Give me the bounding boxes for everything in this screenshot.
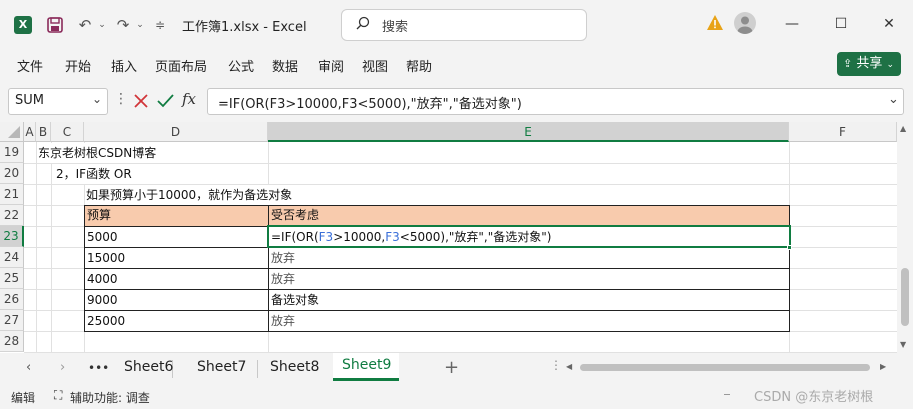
- menu-help[interactable]: 帮助: [406, 56, 432, 75]
- redo-dropdown-icon[interactable]: ⌄: [134, 14, 146, 36]
- sheet-prev-icon[interactable]: ‹: [26, 360, 31, 375]
- column-header-b[interactable]: B: [36, 122, 51, 142]
- maximize-icon[interactable]: ☐: [826, 10, 856, 38]
- zoom-out-icon[interactable]: [724, 394, 730, 395]
- scroll-left-icon[interactable]: ◀: [566, 362, 572, 371]
- status-mode: 编辑: [11, 391, 36, 405]
- insert-function-icon[interactable]: fx: [182, 90, 196, 108]
- menu-page-layout[interactable]: 页面布局: [155, 56, 207, 75]
- cell-c20[interactable]: 2，IF函数 OR: [56, 164, 136, 184]
- tab-sheet8[interactable]: Sheet8: [270, 359, 319, 375]
- row-header-26[interactable]: 26: [0, 289, 24, 310]
- share-button[interactable]: ⇪ 共享 ⌄: [837, 52, 901, 76]
- menu-insert[interactable]: 插入: [111, 56, 137, 75]
- excel-logo-icon: X: [14, 16, 32, 34]
- row-header-19[interactable]: 19: [0, 142, 24, 163]
- formula-text: =IF(OR(F3>10000,F3<5000),"放弃","备选对象"): [218, 97, 522, 112]
- cell-b19[interactable]: 东京老树根CSDN博客: [38, 143, 161, 163]
- tab-sheet9-label: Sheet9: [342, 357, 392, 373]
- column-header-f[interactable]: F: [789, 122, 897, 142]
- scroll-right-icon[interactable]: ▶: [880, 362, 886, 371]
- row-header-24[interactable]: 24: [0, 247, 24, 268]
- formula-bar-options-icon[interactable]: ⋮: [114, 91, 128, 107]
- formula-input[interactable]: =IF(OR(F3>10000,F3<5000),"放弃","备选对象"): [207, 88, 904, 115]
- cell-d21[interactable]: 如果预算小于10000，就作为备选对象: [86, 185, 297, 205]
- document-title: 工作簿1.xlsx - Excel: [182, 20, 307, 35]
- menu-home[interactable]: 开始: [65, 56, 91, 75]
- fill-handle[interactable]: [787, 245, 792, 250]
- row-header-23[interactable]: 23: [0, 226, 24, 247]
- expand-formula-bar-icon[interactable]: ⌄: [888, 92, 899, 107]
- tab-split-handle-icon[interactable]: ⋮: [550, 358, 562, 372]
- horizontal-scroll-thumb[interactable]: [580, 364, 870, 371]
- customize-toolbar-icon[interactable]: ≑: [152, 14, 168, 36]
- minimize-icon[interactable]: —: [777, 10, 807, 38]
- row-header-20[interactable]: 20: [0, 163, 24, 184]
- undo-dropdown-icon[interactable]: ⌄: [96, 14, 108, 36]
- add-sheet-button[interactable]: +: [444, 357, 459, 378]
- cancel-icon[interactable]: [133, 91, 151, 111]
- menu-file[interactable]: 文件: [17, 56, 43, 75]
- column-header-d[interactable]: D: [84, 122, 268, 142]
- table-row-1-result[interactable]: 放弃: [271, 248, 295, 268]
- name-box[interactable]: SUM ⌄: [8, 88, 108, 115]
- scroll-up-icon[interactable]: ▲: [900, 124, 906, 133]
- table-row-2-budget[interactable]: 4000: [87, 269, 118, 289]
- column-header-c[interactable]: C: [51, 122, 84, 142]
- table-row-3-result[interactable]: 备选对象: [271, 290, 319, 310]
- save-icon[interactable]: [44, 14, 66, 36]
- accessibility-status[interactable]: 辅助功能: 调查: [70, 389, 150, 406]
- menu-data[interactable]: 数据: [272, 56, 298, 75]
- accessibility-icon[interactable]: ⛶: [54, 388, 62, 403]
- tab-sheet7[interactable]: Sheet7: [197, 359, 246, 375]
- edit-formula-text: =IF(OR(F3>10000,F3<5000),"放弃","备选对象"): [271, 230, 552, 244]
- row-header-22[interactable]: 22: [0, 205, 24, 226]
- table-row-2-result[interactable]: 放弃: [271, 269, 295, 289]
- table-row-4-budget[interactable]: 25000: [87, 311, 125, 331]
- table-row-0-budget[interactable]: 5000: [87, 227, 118, 247]
- scroll-down-icon[interactable]: ▼: [900, 340, 906, 349]
- table-row-1-budget[interactable]: 15000: [87, 248, 125, 268]
- redo-icon[interactable]: ↷: [112, 14, 134, 36]
- avatar[interactable]: [734, 12, 756, 34]
- name-box-chevron-icon[interactable]: ⌄: [92, 92, 102, 106]
- row-header-25[interactable]: 25: [0, 268, 24, 289]
- column-header-a[interactable]: A: [24, 122, 36, 142]
- watermark: CSDN @东京老树根: [754, 390, 874, 405]
- row-header-28[interactable]: 28: [0, 331, 24, 352]
- select-all-corner[interactable]: [0, 122, 24, 142]
- enter-icon[interactable]: [157, 91, 175, 111]
- undo-icon[interactable]: ↶: [74, 14, 96, 36]
- warning-icon[interactable]: [706, 14, 724, 32]
- active-cell-e23[interactable]: =IF(OR(F3>10000,F3<5000),"放弃","备选对象"): [267, 225, 791, 248]
- share-label: 共享: [856, 56, 883, 71]
- share-icon: ⇪: [843, 57, 853, 70]
- close-icon[interactable]: ✕: [874, 10, 904, 38]
- menu-formulas[interactable]: 公式: [228, 56, 254, 75]
- more-sheets-button[interactable]: •••: [88, 361, 109, 375]
- search-placeholder: 搜索: [382, 20, 409, 35]
- tab-sheet6[interactable]: Sheet6: [124, 359, 173, 375]
- menu-review[interactable]: 审阅: [318, 56, 344, 75]
- tab-sheet9-active[interactable]: Sheet9: [333, 353, 399, 381]
- menu-view[interactable]: 视图: [362, 56, 388, 75]
- sheet-next-icon[interactable]: ›: [60, 360, 65, 375]
- name-box-value: SUM: [15, 93, 44, 108]
- row-header-21[interactable]: 21: [0, 184, 24, 205]
- column-header-e[interactable]: E: [268, 122, 789, 142]
- table-row-4-result[interactable]: 放弃: [271, 311, 295, 331]
- search-icon: [356, 16, 370, 34]
- row-header-27[interactable]: 27: [0, 310, 24, 331]
- table-row-3-budget[interactable]: 9000: [87, 290, 118, 310]
- search-box[interactable]: 搜索: [341, 9, 587, 41]
- share-chevron-icon: ⌄: [886, 60, 895, 70]
- vertical-scroll-thumb[interactable]: [901, 268, 909, 326]
